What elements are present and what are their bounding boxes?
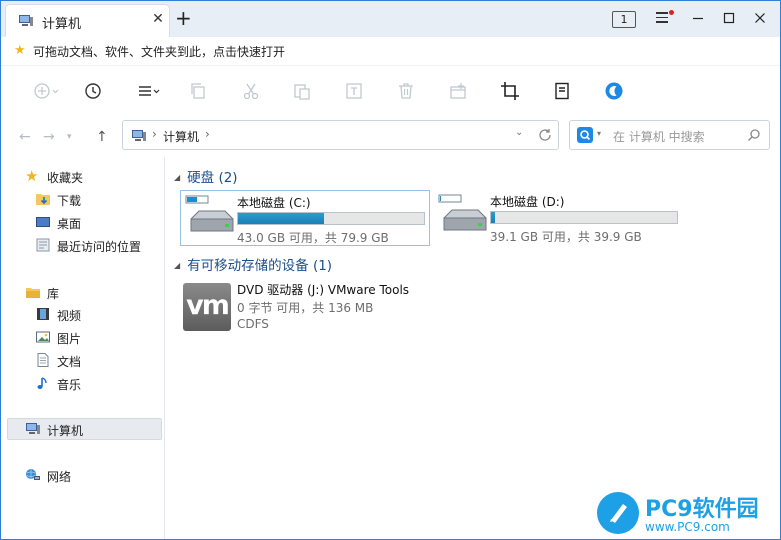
copy-icon[interactable]: [188, 81, 208, 101]
drive-name: DVD 驱动器 (J:) VMware Tools: [237, 283, 410, 297]
dvd-drive-tile[interactable]: vm DVD 驱动器 (J:) VMware Tools 0 字节 可用，共 1…: [183, 281, 443, 337]
breadcrumb-separator[interactable]: ›: [205, 127, 210, 141]
sidebar-item-label: 最近访问的位置: [57, 240, 142, 254]
drive-usage-bar: [490, 211, 678, 224]
theme-icon[interactable]: [604, 81, 624, 101]
breadcrumb-computer[interactable]: 计算机: [163, 128, 199, 145]
drive-usage-fill: [238, 213, 324, 224]
delete-icon[interactable]: [396, 81, 416, 101]
new-item-icon[interactable]: [33, 81, 59, 101]
back-button[interactable]: ←: [19, 129, 31, 145]
recent-places-icon: [36, 238, 50, 252]
drive-d-tile[interactable]: 本地磁盘 (D:) 39.1 GB 可用，共 39.9 GB: [434, 190, 684, 246]
sidebar-item-label: 视频: [57, 309, 82, 323]
refresh-icon[interactable]: [537, 127, 553, 143]
content-pane: ◢ 硬盘 (2) 本地磁盘 (C:) 43.0 GB 可用，共 79.9 GB 本…: [165, 157, 780, 539]
search-engine-icon[interactable]: [577, 127, 593, 143]
sidebar-item-label: 文档: [57, 355, 82, 369]
notification-dot: [669, 10, 674, 15]
address-bar[interactable]: › 计算机 › ⌄: [122, 120, 559, 150]
drive-usage-bar: [237, 212, 425, 225]
paste-icon[interactable]: [292, 81, 312, 101]
quick-access-hint: 可拖动文档、软件、文件夹到此，点击快速打开: [33, 45, 286, 59]
computer-icon: [132, 130, 146, 141]
history-dropdown-icon[interactable]: ▾: [67, 132, 72, 142]
group-header-hard-drives[interactable]: ◢ 硬盘 (2): [174, 166, 238, 186]
desktop-icon: [36, 217, 50, 227]
drive-name: 本地磁盘 (D:): [490, 195, 565, 209]
explorer-window: 计算机 ✕ + 1 ★ 可拖动文档、软件、文件夹到此，点击快速打开 ← → ▾: [0, 0, 781, 540]
music-icon: [37, 377, 47, 389]
watermark-url: www.PC9.com: [645, 520, 730, 534]
search-engine-dropdown-icon[interactable]: ▾: [597, 129, 601, 138]
minimize-icon[interactable]: [690, 10, 706, 26]
address-dropdown-icon[interactable]: ⌄: [515, 127, 523, 138]
view-mode-icon[interactable]: [137, 81, 160, 101]
sidebar-item-label: 库: [47, 287, 60, 301]
network-icon: [26, 469, 40, 480]
watermark-brand: PC9软件园: [645, 497, 759, 522]
close-tab-icon[interactable]: ✕: [151, 12, 165, 26]
group-title: 硬盘 (2): [187, 170, 238, 186]
search-box[interactable]: ▾ 在 计算机 中搜索: [569, 120, 770, 150]
menu-icon[interactable]: [656, 10, 674, 24]
notepad-icon[interactable]: [552, 81, 572, 101]
collapse-triangle-icon[interactable]: ◢: [174, 261, 180, 270]
documents-icon: [37, 353, 49, 367]
tab-label: 计算机: [42, 17, 82, 32]
search-icon[interactable]: [747, 128, 761, 142]
breadcrumb-separator[interactable]: ›: [152, 127, 157, 141]
hard-drive-icon: [438, 194, 487, 231]
drive-name: 本地磁盘 (C:): [237, 196, 311, 210]
sidebar-item-label: 桌面: [57, 217, 82, 231]
close-window-icon[interactable]: [752, 10, 768, 26]
sidebar-item-label: 计算机: [47, 424, 84, 438]
up-button[interactable]: ↑: [96, 129, 108, 145]
drive-c-tile[interactable]: 本地磁盘 (C:) 43.0 GB 可用，共 79.9 GB: [180, 190, 430, 246]
collapse-triangle-icon[interactable]: ◢: [174, 173, 180, 182]
drive-free-space: 43.0 GB 可用，共 79.9 GB: [237, 231, 389, 245]
watermark-badge-icon: [597, 492, 639, 534]
rename-icon[interactable]: [344, 81, 364, 101]
tab-computer[interactable]: 计算机 ✕: [5, 4, 170, 37]
group-header-removable[interactable]: ◢ 有可移动存储的设备 (1): [174, 254, 332, 274]
address-row: ← → ▾ ↑ › 计算机 › ⌄ ▾ 在 计算机 中搜索: [1, 117, 780, 157]
crop-icon[interactable]: [500, 81, 520, 101]
quick-access-bar[interactable]: ★ 可拖动文档、软件、文件夹到此，点击快速打开: [1, 37, 780, 66]
navigation-pane: ★ 收藏夹 下载 桌面 最近访问的位置 库 视频 图片 文档 音乐 计算机 网络: [1, 157, 165, 539]
move-to-icon[interactable]: [448, 81, 468, 101]
sidebar-item-label: 收藏夹: [47, 171, 84, 185]
cut-icon[interactable]: [241, 81, 261, 101]
sidebar-item-label: 音乐: [57, 378, 82, 392]
maximize-icon[interactable]: [721, 10, 737, 26]
hard-drive-icon: [185, 195, 234, 232]
sidebar-item-label: 图片: [57, 332, 82, 346]
star-icon: ★: [25, 167, 39, 185]
star-icon: ★: [14, 43, 26, 58]
group-title: 有可移动存储的设备 (1): [187, 258, 333, 274]
drive-free-space: 39.1 GB 可用，共 39.9 GB: [490, 230, 642, 244]
vmware-icon: vm: [183, 283, 231, 331]
search-input[interactable]: 在 计算机 中搜索: [613, 128, 705, 145]
drive-free-space: 0 字节 可用，共 136 MB: [237, 301, 374, 315]
tab-count-badge[interactable]: 1: [612, 11, 636, 28]
videos-icon: [37, 308, 49, 320]
downloads-folder-icon: [36, 194, 50, 205]
computer-icon: [26, 423, 40, 434]
drive-usage-fill: [491, 212, 495, 223]
watermark-logo: PC9软件园 www.PC9.com: [595, 490, 779, 538]
computer-icon: [19, 15, 33, 26]
tab-bar: 计算机 ✕ + 1: [1, 1, 780, 37]
sidebar-item-label: 下载: [57, 194, 82, 208]
new-tab-button[interactable]: +: [175, 8, 192, 28]
forward-button[interactable]: →: [43, 129, 55, 145]
library-icon: [26, 288, 40, 298]
drive-filesystem: CDFS: [237, 317, 269, 331]
sidebar-item-label: 网络: [47, 470, 72, 484]
toolbar: [1, 66, 780, 116]
history-icon[interactable]: [83, 81, 103, 101]
pictures-icon: [36, 331, 50, 343]
